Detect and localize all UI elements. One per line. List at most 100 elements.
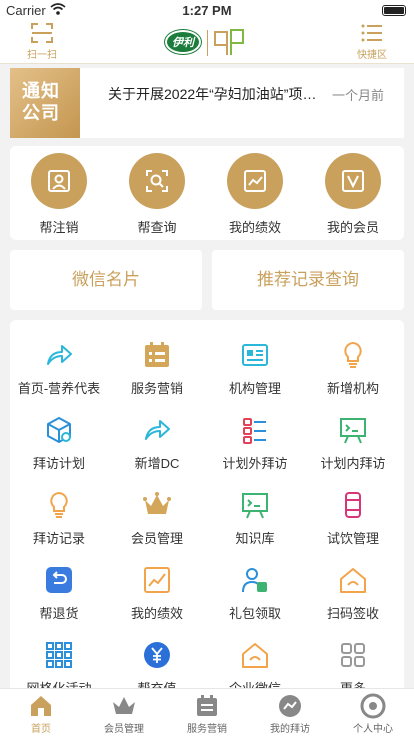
crown-icon (143, 492, 171, 514)
menu-item-knowledge-base[interactable]: 知识库 (206, 490, 304, 547)
menu-item-label: 服务营销 (130, 381, 183, 396)
quick-action-members[interactable]: 我的会员 (308, 153, 398, 236)
scan-icon (31, 23, 53, 43)
wechat-card-button[interactable]: 微信名片 (10, 250, 202, 310)
quick-action-logout[interactable]: 帮注销 (14, 153, 104, 236)
brand-logo: 伊利 (165, 26, 249, 60)
menu-item-add-dc[interactable]: 新增DC (108, 415, 206, 472)
user-gift-icon (242, 568, 267, 593)
menu-item-visit-records[interactable]: 拜访记录 (10, 490, 108, 547)
menu-item-label: 帮退货 (39, 606, 79, 621)
scan-button[interactable]: 扫一扫 (12, 20, 72, 64)
calendar-icon (197, 695, 217, 716)
menu-item-unplanned-visit[interactable]: 计划外拜访 (206, 415, 304, 472)
checklist-icon (243, 418, 266, 444)
menu-item-label: 新增机构 (326, 381, 379, 396)
visit-icon (279, 695, 301, 717)
tab-label: 首页 (31, 724, 51, 735)
menu-item-label: 机构管理 (228, 381, 281, 396)
box-icon (47, 417, 71, 443)
grid-icon (46, 642, 72, 668)
tab-label: 个人中心 (353, 724, 393, 735)
quick-action-performance[interactable]: 我的绩效 (210, 153, 300, 236)
battery-icon (382, 5, 406, 16)
more-grid-icon (341, 643, 365, 667)
shortcut-label: 快捷区 (357, 50, 387, 61)
notice-badge-line1: 通知 (22, 81, 60, 101)
board-icon (340, 418, 366, 444)
quick-action-query[interactable]: 帮查询 (112, 153, 202, 236)
menu-item-label: 计划外拜访 (222, 456, 288, 471)
menu-item-label: 知识库 (235, 531, 275, 546)
quick-action-label: 我的绩效 (228, 220, 281, 235)
menu-item-label: 拜访计划 (32, 456, 85, 471)
quick-actions-card: 帮注销 帮查询 我的绩效 我的会员 (10, 146, 404, 240)
menu-item-label: 礼包领取 (228, 606, 281, 621)
menu-item-org-manage[interactable]: 机构管理 (206, 340, 304, 397)
tab-label: 服务营销 (187, 724, 227, 735)
scan-home-icon (340, 568, 366, 593)
menu-item-add-org[interactable]: 新增机构 (304, 340, 402, 397)
chart-icon (144, 567, 170, 593)
crown-icon (113, 697, 135, 714)
yili-logo: 伊利 (165, 30, 201, 54)
menu-item-visit-plan[interactable]: 拜访计划 (10, 415, 108, 472)
menu-item-my-performance[interactable]: 我的绩效 (108, 565, 206, 622)
menu-item-service-marketing[interactable]: 服务营销 (108, 340, 206, 397)
menu-item-label: 拜访记录 (32, 531, 85, 546)
menu-item-label: 扫码签收 (326, 606, 379, 621)
menu-item-scan-receive[interactable]: 扫码签收 (304, 565, 402, 622)
quick-action-label: 帮注销 (39, 220, 79, 235)
return-icon (46, 567, 72, 593)
bulb-icon (50, 491, 68, 518)
status-bar: Carrier 1:27 PM (0, 0, 414, 20)
quick-action-label: 帮查询 (137, 220, 177, 235)
id-card-icon (242, 344, 268, 366)
menu-item-member-manage[interactable]: 会员管理 (108, 490, 206, 547)
notice-badge-line2: 公司 (22, 103, 60, 123)
person-icon (48, 170, 70, 192)
bottle-icon (345, 492, 361, 518)
scan-label: 扫一扫 (27, 50, 57, 61)
logo-divider (207, 30, 208, 56)
menu-item-label: 我的绩效 (130, 606, 183, 621)
menu-item-label: 会员管理 (130, 531, 183, 546)
share-arrow-icon (47, 345, 72, 365)
menu-item-label: 首页-营养代表 (17, 381, 101, 396)
menu-item-label: 新增DC (134, 456, 180, 471)
profile-icon (360, 693, 386, 719)
quick-action-label: 我的会员 (326, 220, 379, 235)
scan-home-icon (242, 643, 268, 668)
menu-item-gift-claim[interactable]: 礼包领取 (206, 565, 304, 622)
top-nav: 扫一扫 伊利 快捷区 (0, 20, 414, 64)
menu-item-help-return[interactable]: 帮退货 (10, 565, 108, 622)
home-icon (31, 696, 51, 716)
tab-profile[interactable]: 个人中心 (332, 689, 414, 735)
menu-item-label: 试饮管理 (326, 531, 379, 546)
notice-badge: 通知 公司 (10, 68, 80, 138)
tab-my-visits[interactable]: 我的拜访 (249, 689, 331, 735)
menu-item-label: 计划内拜访 (320, 456, 386, 471)
notice-banner[interactable]: 通知 公司 关于开展2022年“孕妇加油站”项目的通知 一个月前 (10, 68, 404, 138)
tab-label: 会员管理 (104, 724, 144, 735)
chart-icon (244, 170, 266, 192)
tab-member-manage[interactable]: 会员管理 (83, 689, 165, 735)
notice-time: 一个月前 (331, 88, 384, 103)
status-time: 1:27 PM (182, 3, 232, 18)
recommend-query-button[interactable]: 推荐记录查询 (212, 250, 404, 310)
calendar-icon (145, 342, 169, 367)
qp-logo-icon (214, 29, 244, 55)
shortcut-button[interactable]: 快捷区 (342, 20, 402, 64)
notice-title[interactable]: 关于开展2022年“孕妇加油站”项目的通知 (108, 84, 322, 104)
menu-item-planned-visit[interactable]: 计划内拜访 (304, 415, 402, 472)
bottom-tab-bar: 首页 会员管理 服务营销 我的拜访 个人中心 (0, 688, 414, 736)
search-person-icon (146, 170, 168, 192)
tab-service-marketing[interactable]: 服务营销 (166, 689, 248, 735)
tab-home[interactable]: 首页 (0, 689, 82, 735)
yuan-icon (144, 642, 170, 668)
menu-item-home-rep[interactable]: 首页-营养代表 (10, 340, 108, 397)
tab-label: 我的拜访 (270, 724, 310, 735)
list-menu-icon (361, 24, 382, 42)
menu-item-trial-manage[interactable]: 试饮管理 (304, 490, 402, 547)
bulb-icon (344, 341, 362, 368)
